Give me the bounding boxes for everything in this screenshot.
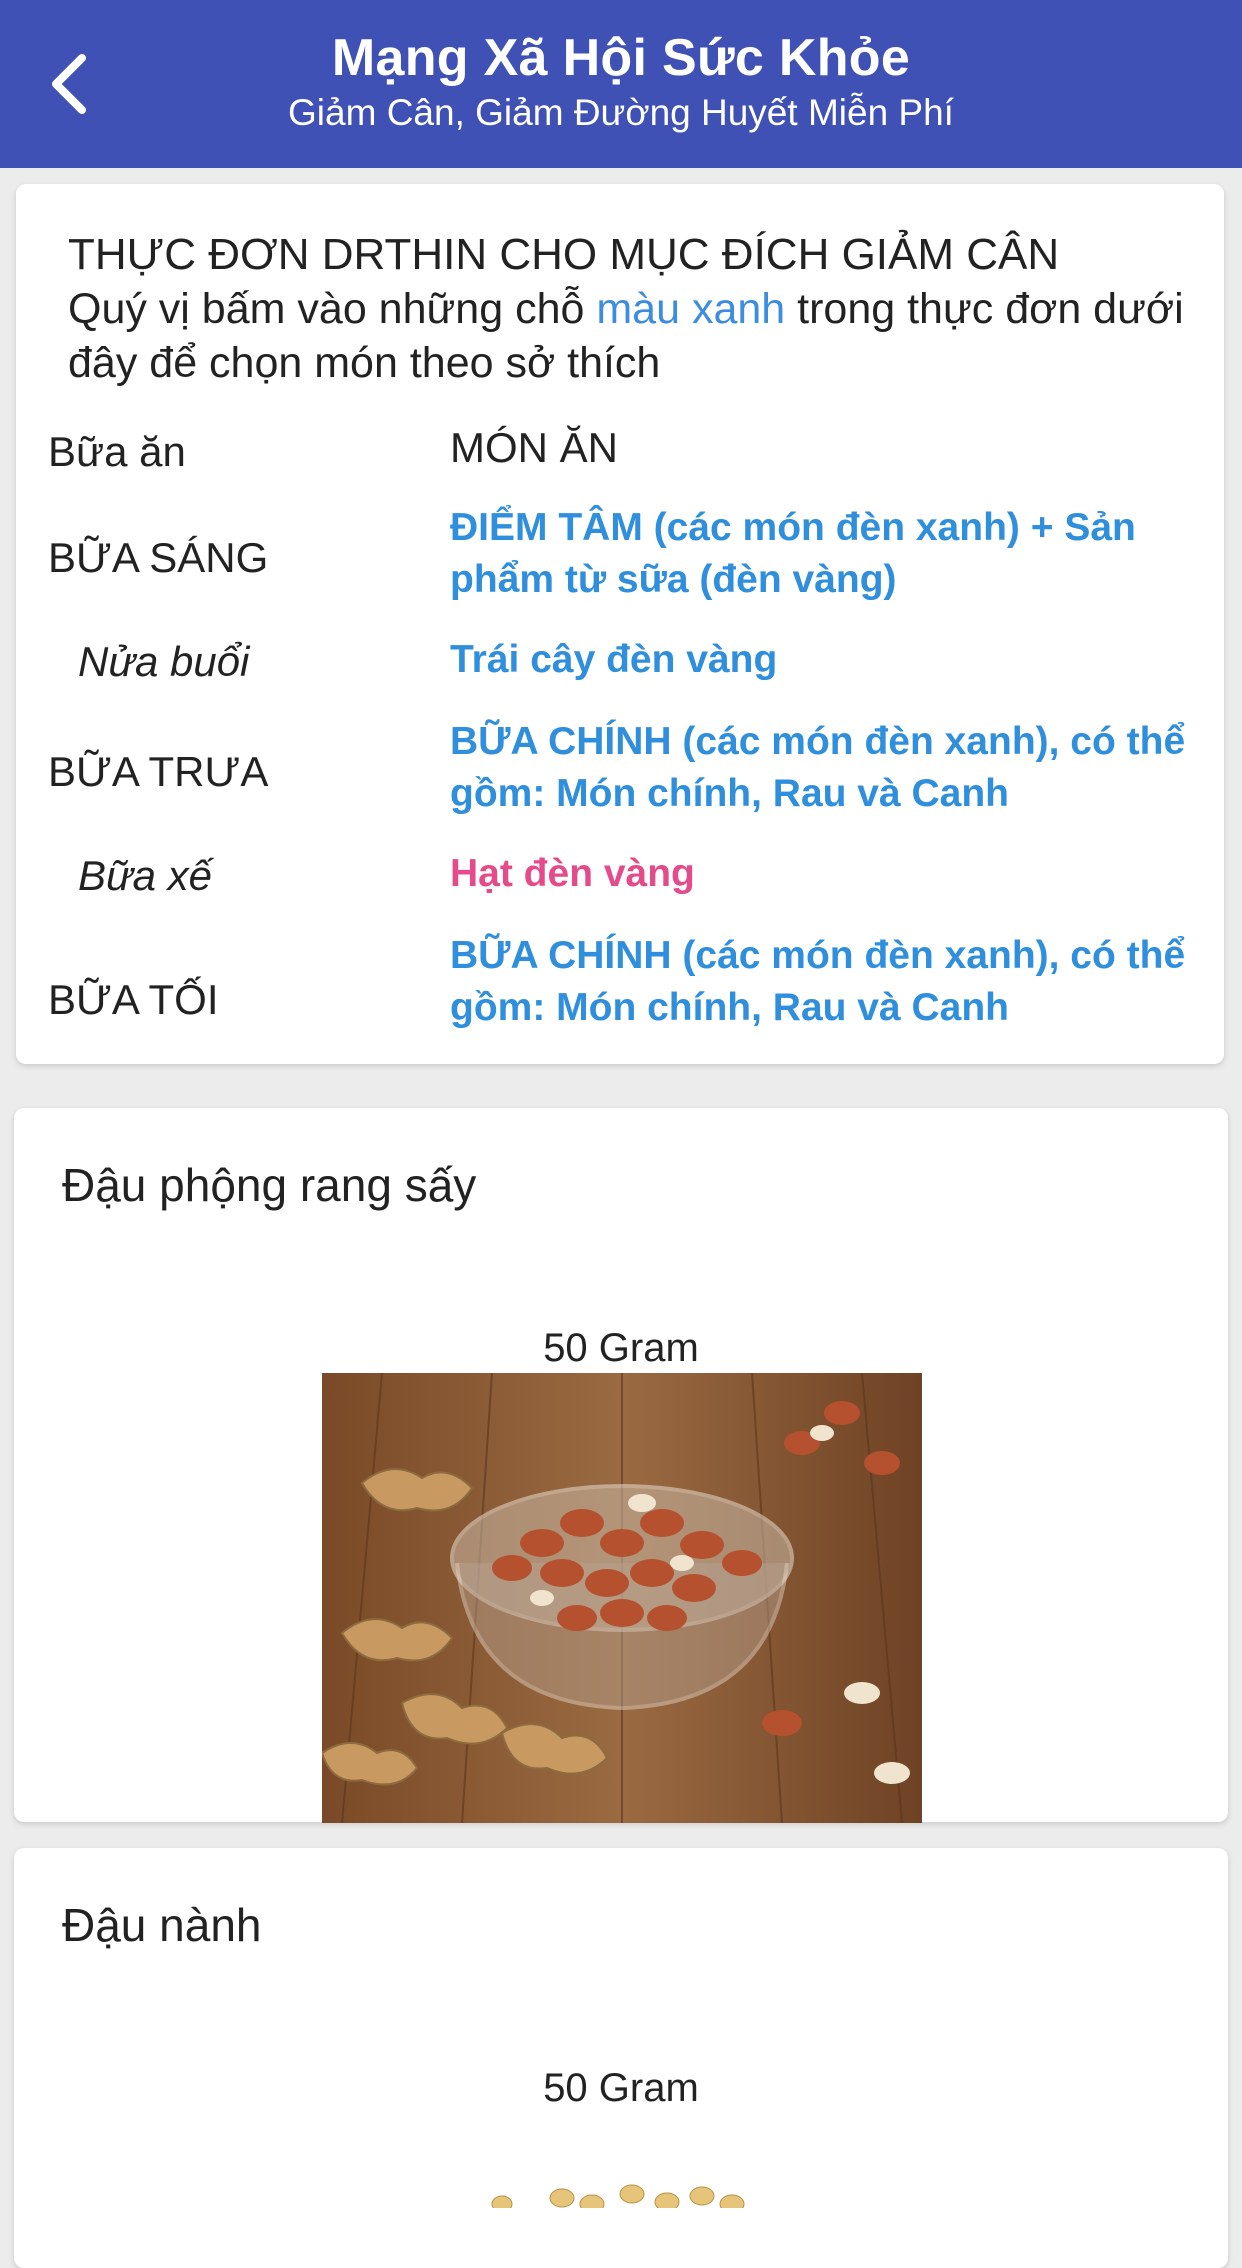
meal-name: Bữa xế [78,852,213,899]
page-subtitle: Giảm Cân, Giảm Đường Huyết Miễn Phí [288,92,954,133]
meal-dish-link[interactable]: Hạt đèn vàng [450,848,1240,900]
menu-intro-link: màu xanh [596,285,786,333]
food-amount: 50 Gram [543,2066,699,2110]
food-card[interactable]: Đậu nành 50 Gram [14,1848,1228,2268]
food-name: Đậu phộng rang sấy [62,1159,477,1211]
column-header-dish: MÓN ĂN [450,424,618,471]
food-card[interactable]: Đậu phộng rang sấy 50 Gram [14,1108,1228,1823]
meal-dish-link[interactable]: BỮA CHÍNH (các món đèn xanh), có thể gồm… [450,930,1240,1034]
menu-intro: Quý vị bấm vào những chỗ màu xanh trong … [68,282,1198,390]
food-name: Đậu nành [62,1899,262,1951]
peanuts-image [322,1373,922,1823]
menu-intro-text: Quý vị bấm vào những chỗ [68,285,597,333]
food-amount: 50 Gram [543,1326,699,1370]
meal-dish-link[interactable]: Trái cây đèn vàng [450,634,1240,686]
menu-title: THỰC ĐƠN DRTHIN CHO MỤC ĐÍCH GIẢM CÂN [68,230,1060,279]
menu-heading-block: THỰC ĐƠN DRTHIN CHO MỤC ĐÍCH GIẢM CÂN Qu… [68,228,1198,390]
app-header: Mạng Xã Hội Sức Khỏe Giảm Cân, Giảm Đườn… [0,0,1242,168]
soybeans-image [322,2168,922,2208]
menu-card: THỰC ĐƠN DRTHIN CHO MỤC ĐÍCH GIẢM CÂN Qu… [16,184,1224,1064]
meal-dish-link[interactable]: BỮA CHÍNH (các món đèn xanh), có thể gồm… [450,716,1240,820]
meal-name: BỮA SÁNG [48,534,269,581]
meal-name: Nửa buổi [78,638,250,685]
meal-dish-link[interactable]: ĐIỂM TÂM (các món đèn xanh) + Sản phẩm t… [450,502,1240,606]
meal-name: BỮA TỐI [48,976,219,1023]
meal-name: BỮA TRƯA [48,748,269,795]
column-header-meal: Bữa ăn [48,428,186,475]
page-title: Mạng Xã Hội Sức Khỏe [331,29,911,87]
